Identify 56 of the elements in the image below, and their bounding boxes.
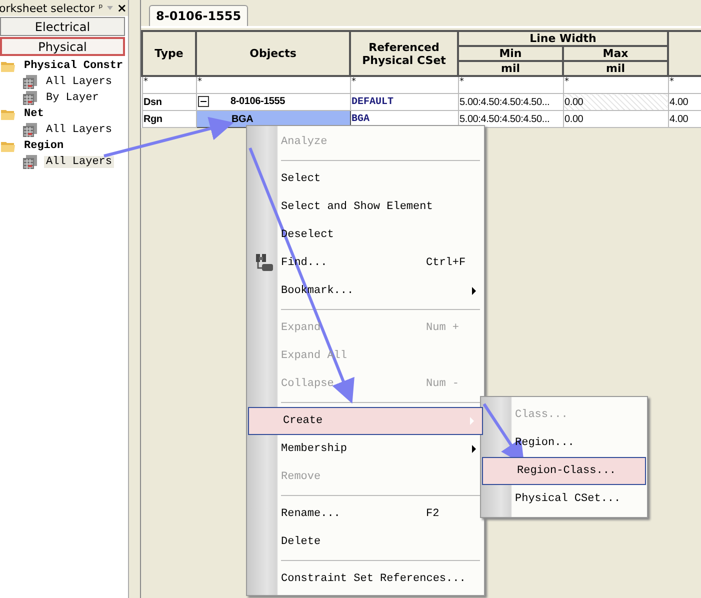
tree-item[interactable]: Physical Constr [22,60,126,72]
column-header: Line Width [458,31,668,46]
table-cell: DEFAULT [350,94,458,110]
tree-item[interactable]: Region [22,140,66,152]
sheet-icon [22,154,40,170]
submenu-arrow-icon [472,287,476,295]
table-cell: 0.00 [563,110,668,128]
menu-item[interactable]: Delete [247,528,484,556]
folder-icon [0,107,18,121]
column-header: Referenced Physical CSet [350,31,458,76]
menu-item[interactable]: Deselect [247,221,484,249]
binoculars-icon [254,253,274,273]
sheet-icon [22,74,40,90]
filter-cell[interactable]: * [458,76,563,94]
filter-cell[interactable]: * [668,76,701,94]
filter-cell[interactable]: * [142,76,196,94]
tree-item[interactable]: All Layers [44,76,114,88]
sheet-icon [22,90,40,106]
tree-item[interactable]: All Layers [44,156,114,168]
menu-item[interactable]: Region... [481,429,647,457]
collapse-button[interactable] [198,96,208,108]
column-header: mil [458,61,563,76]
table-cell: 0.00 [563,94,668,110]
tree-item[interactable]: Net [22,108,46,120]
close-button[interactable]: × [116,1,127,15]
menu-item[interactable]: Region-Class... [482,457,646,485]
menu-item[interactable]: Select [247,165,484,193]
tree-item[interactable]: By Layer [44,92,101,104]
menu-item[interactable]: Find... Ctrl+F [247,249,484,277]
filter-cell[interactable]: * [196,76,350,94]
menu-item[interactable]: Create [248,407,483,435]
folder-icon [0,59,18,73]
menu-item[interactable]: Select and Show Element [247,193,484,221]
menu-item[interactable]: Membership [247,435,484,463]
column-header: mil [563,61,668,76]
filter-cell[interactable]: * [350,76,458,94]
worksheet-button[interactable]: Physical [0,37,125,56]
menu-item[interactable]: Physical CSet... [481,485,647,513]
document-tab[interactable]: 8-0106-1555 [149,5,248,26]
menu-item[interactable]: Constraint Set References... [247,565,484,593]
table-cell: 5.00:4.50:4.50:4.50... [458,94,563,110]
table-cell: Rgn [142,110,196,128]
tree-item[interactable]: All Layers [44,124,114,136]
pin-button[interactable]: ᵖ [98,2,103,14]
table-cell: Dsn [142,94,196,110]
menu-item[interactable]: Rename... F2 [247,500,484,528]
column-header: Objects [196,31,350,76]
menu-item[interactable]: Bookmark... [247,277,484,305]
folder-icon [0,139,18,153]
worksheet-button[interactable]: Electrical [0,17,125,36]
submenu-arrow-icon [470,417,474,425]
column-header: Min [458,46,563,61]
sheet-icon [22,122,40,138]
column-header: Max [563,46,668,61]
column-header: Type [142,31,196,76]
submenu-arrow-icon [472,445,476,453]
